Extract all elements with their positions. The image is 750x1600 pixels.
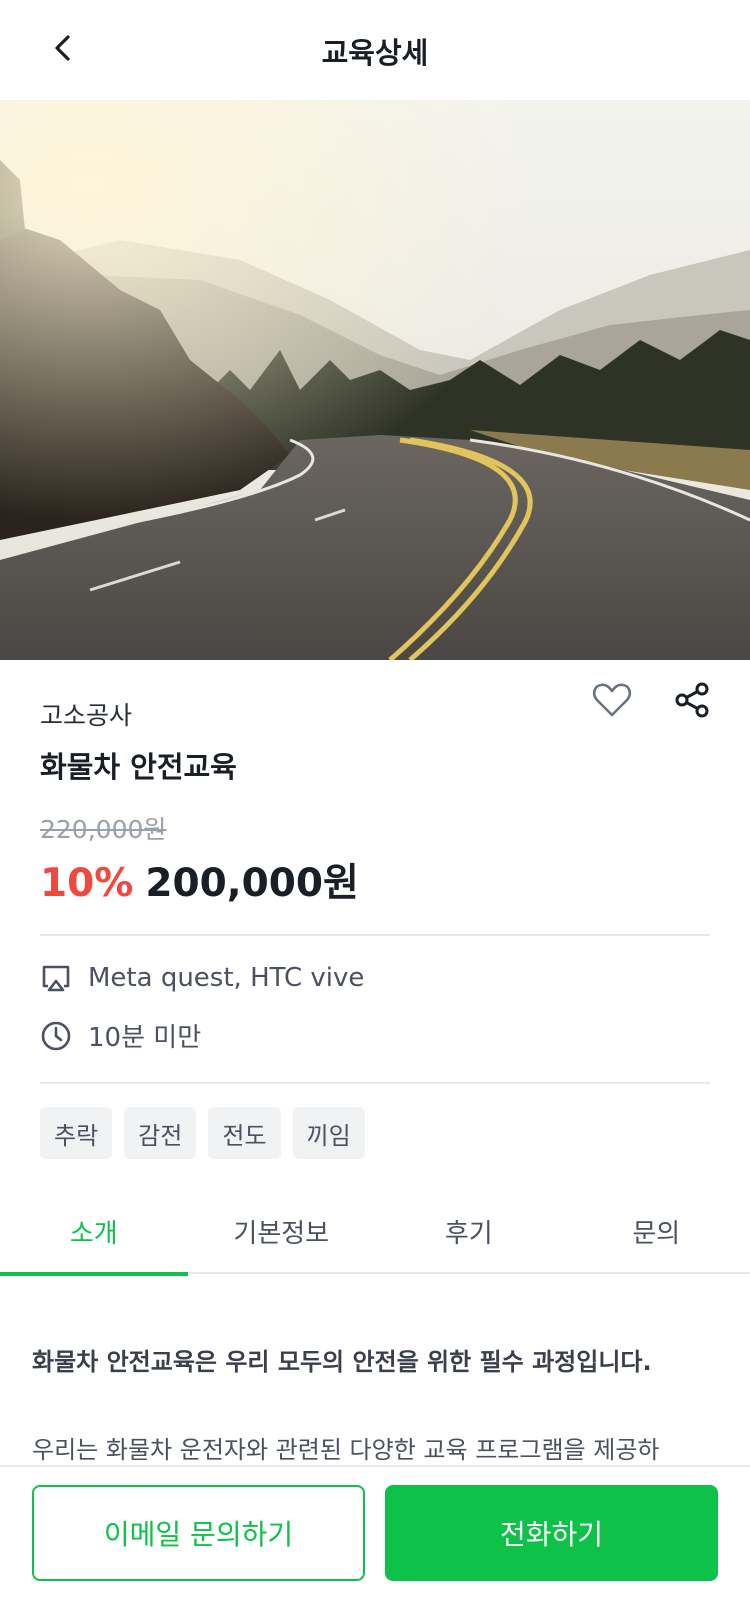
spec-device: Meta quest, HTC vive	[40, 962, 364, 994]
tag-chip: 감전	[124, 1107, 197, 1159]
spec-duration-text: 10분 미만	[88, 1023, 202, 1053]
original-price: 220,000원	[40, 815, 167, 844]
call-button[interactable]: 전화하기	[385, 1485, 718, 1581]
tab-inquiry[interactable]: 문의	[563, 1188, 750, 1274]
tab-basic-info[interactable]: 기본정보	[188, 1188, 376, 1274]
airplay-icon	[40, 962, 72, 994]
discount-rate: 10%	[40, 861, 134, 906]
price-row: 10% 200,000원	[40, 852, 359, 908]
divider	[40, 934, 710, 936]
page-title: 교육상세	[321, 36, 429, 70]
intro-body: 우리는 화물차 운전자와 관련된 다양한 교육 프로그램을 제공하	[32, 1436, 660, 1464]
sale-price: 200,000원	[145, 861, 359, 906]
tag-chip: 전도	[208, 1107, 281, 1159]
favorite-button[interactable]	[588, 678, 636, 726]
clock-icon	[40, 1020, 72, 1052]
email-inquiry-button[interactable]: 이메일 문의하기	[32, 1485, 365, 1581]
divider	[40, 1082, 710, 1084]
tag-list: 추락 감전 전도 끼임	[40, 1107, 365, 1159]
course-hero-image	[0, 100, 750, 660]
spec-duration: 10분 미만	[40, 1017, 201, 1054]
tab-reviews[interactable]: 후기	[375, 1188, 563, 1274]
top-app-bar: 교육상세	[0, 0, 750, 100]
provider-name: 고소공사	[40, 701, 133, 730]
course-title: 화물차 안전교육	[40, 750, 237, 784]
tag-chip: 끼임	[292, 1107, 365, 1159]
share-button[interactable]	[668, 678, 716, 726]
bottom-action-bar: 이메일 문의하기 전화하기	[0, 1465, 750, 1600]
tag-chip: 추락	[40, 1107, 113, 1159]
intro-headline: 화물차 안전교육은 우리 모두의 안전을 위한 필수 과정입니다.	[32, 1348, 652, 1376]
tab-intro[interactable]: 소개	[0, 1188, 188, 1276]
detail-tabs: 소개 기본정보 후기 문의	[0, 1188, 750, 1276]
share-icon	[673, 681, 711, 723]
heart-icon	[592, 682, 632, 722]
spec-device-text: Meta quest, HTC vive	[88, 963, 365, 993]
